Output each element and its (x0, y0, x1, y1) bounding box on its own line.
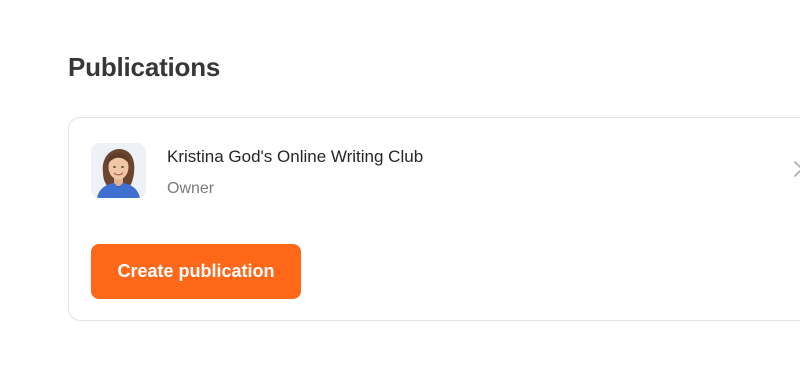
publication-role: Owner (167, 180, 215, 197)
page: Publications Kristina God's Online Writi… (0, 0, 800, 371)
chevron-right-icon[interactable] (791, 158, 800, 180)
publications-card: Kristina God's Online Writing Club Owner… (68, 117, 800, 321)
section-title: Publications (68, 52, 221, 82)
publication-avatar (91, 143, 146, 198)
publication-row[interactable]: Kristina God's Online Writing Club Owner (91, 143, 800, 199)
person-photo-icon (91, 143, 146, 198)
publication-name[interactable]: Kristina God's Online Writing Club (167, 147, 423, 167)
create-publication-button[interactable]: Create publication (91, 244, 301, 299)
